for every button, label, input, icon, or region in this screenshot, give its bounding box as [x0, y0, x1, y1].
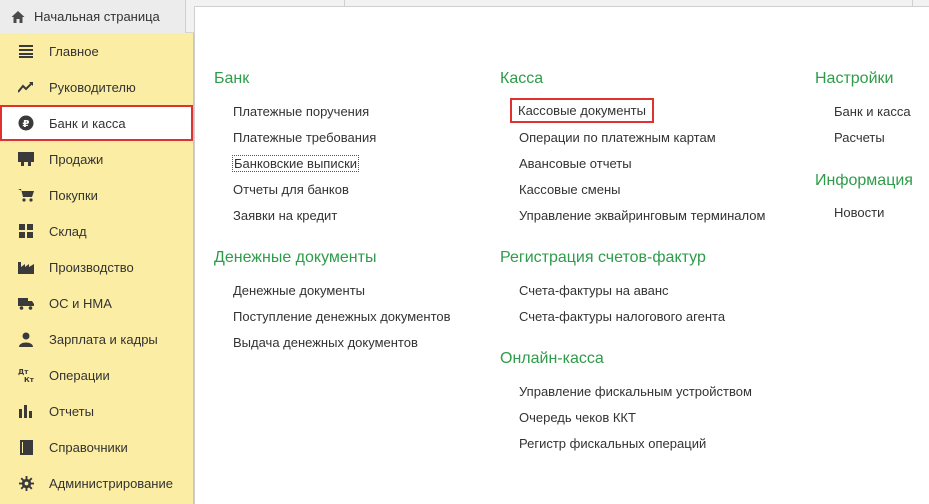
sidebar-item-main[interactable]: Главное [0, 33, 194, 69]
svg-text:Дт: Дт [18, 368, 29, 376]
section-title-settings: Настройки [815, 70, 894, 87]
bar-chart-icon [18, 403, 34, 419]
grid-icon [18, 223, 34, 239]
sidebar-item-label: Администрирование [49, 475, 173, 491]
link-payment-requests[interactable]: Платежные требования [233, 130, 376, 145]
cart-sell-icon [18, 151, 34, 167]
link-settings-bank-cash[interactable]: Банк и касса [834, 104, 911, 119]
link-cash-shifts[interactable]: Кассовые смены [519, 182, 620, 197]
link-news[interactable]: Новости [834, 205, 884, 220]
gear-icon [18, 475, 34, 491]
sidebar-item-label: Банк и касса [49, 115, 126, 131]
link-settings-settlements[interactable]: Расчеты [834, 130, 885, 145]
ruble-icon: ₽ [18, 115, 34, 131]
section-title-online-cash: Онлайн-касса [500, 350, 604, 367]
sidebar-item-operations[interactable]: Дт Кт Операции [0, 357, 194, 393]
sidebar-item-label: Главное [49, 43, 99, 59]
sidebar-item-label: Склад [49, 223, 87, 239]
sidebar-item-label: Производство [49, 259, 134, 275]
link-card-operations[interactable]: Операции по платежным картам [519, 130, 716, 145]
sidebar-item-administration[interactable]: Администрирование [0, 465, 194, 501]
sidebar-item-reports[interactable]: Отчеты [0, 393, 194, 429]
link-advance-invoices[interactable]: Счета-фактуры на аванс [519, 283, 669, 298]
sidebar-item-warehouse[interactable]: Склад [0, 213, 194, 249]
sidebar-item-label: Справочники [49, 439, 128, 455]
section-title-money-docs: Денежные документы [214, 249, 377, 266]
dt-kt-icon: Дт Кт [18, 367, 34, 383]
link-tax-agent-invoices[interactable]: Счета-фактуры налогового агента [519, 309, 725, 324]
home-tab-label: Начальная страница [34, 9, 160, 24]
sidebar-item-label: Продажи [49, 151, 104, 167]
link-kkt-queue[interactable]: Очередь чеков ККТ [519, 410, 636, 425]
link-acquiring-terminal[interactable]: Управление эквайринговым терминалом [519, 208, 765, 223]
sidebar-item-label: Зарплата и кадры [49, 331, 158, 347]
link-bank-reports[interactable]: Отчеты для банков [233, 182, 349, 197]
sidebar-item-label: Операции [49, 367, 110, 383]
svg-text:Кт: Кт [24, 376, 34, 383]
book-icon [18, 439, 34, 455]
trend-icon [18, 79, 34, 95]
cart-icon [18, 187, 34, 203]
sidebar-item-label: Руководителю [49, 79, 136, 95]
link-fiscal-device[interactable]: Управление фискальным устройством [519, 384, 752, 399]
main-panel: Банк Платежные поручения Платежные требо… [194, 6, 929, 504]
sidebar-item-fixed-assets[interactable]: ОС и НМА [0, 285, 194, 321]
sidebar-item-production[interactable]: Производство [0, 249, 194, 285]
factory-icon [18, 259, 34, 275]
section-title-info: Информация [815, 172, 913, 189]
link-advance-reports[interactable]: Авансовые отчеты [519, 156, 632, 171]
sidebar-item-references[interactable]: Справочники [0, 429, 194, 465]
link-bank-statements[interactable]: Банковские выписки [232, 155, 360, 172]
sidebar-item-label: Покупки [49, 187, 98, 203]
section-title-cash: Касса [500, 70, 544, 87]
truck-icon [18, 295, 34, 311]
list-icon [18, 43, 34, 59]
section-title-invoices: Регистрация счетов-фактур [500, 249, 706, 266]
sidebar-item-sales[interactable]: Продажи [0, 141, 194, 177]
sidebar-item-label: Отчеты [49, 403, 94, 419]
section-title-bank: Банк [214, 70, 250, 87]
link-fiscal-register[interactable]: Регистр фискальных операций [519, 436, 706, 451]
link-credit-requests[interactable]: Заявки на кредит [233, 208, 337, 223]
link-cash-documents[interactable]: Кассовые документы [510, 98, 654, 123]
link-money-docs-receipt[interactable]: Поступление денежных документов [233, 309, 451, 324]
sidebar-item-salary[interactable]: Зарплата и кадры [0, 321, 194, 357]
link-money-docs-issue[interactable]: Выдача денежных документов [233, 335, 418, 350]
link-money-documents[interactable]: Денежные документы [233, 283, 365, 298]
person-icon [18, 331, 34, 347]
sidebar-item-purchases[interactable]: Покупки [0, 177, 194, 213]
sidebar: Главное Руководителю ₽ Банк и касса Прод… [0, 33, 194, 504]
sidebar-item-bank-cash[interactable]: ₽ Банк и касса [0, 105, 193, 141]
sidebar-item-manager[interactable]: Руководителю [0, 69, 194, 105]
home-icon [11, 10, 25, 23]
sidebar-item-label: ОС и НМА [49, 295, 112, 311]
svg-text:₽: ₽ [23, 119, 30, 130]
home-tab[interactable]: Начальная страница [0, 0, 186, 33]
link-payment-orders[interactable]: Платежные поручения [233, 104, 369, 119]
